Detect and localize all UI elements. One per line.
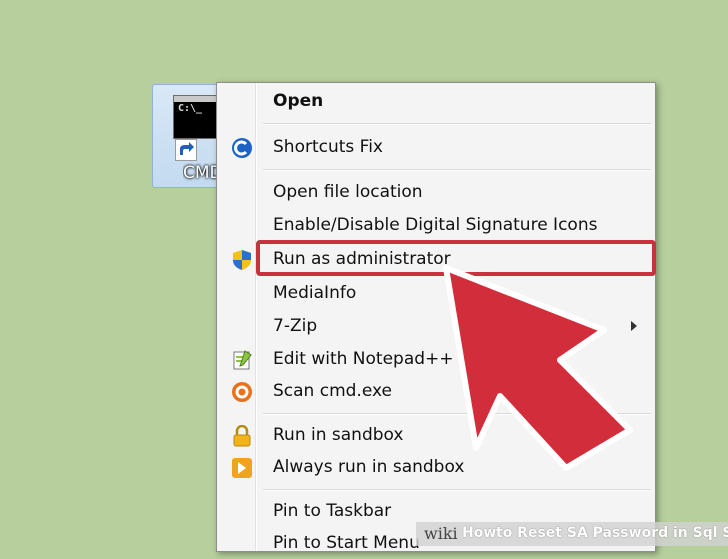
watermark-title: to Reset SA Password in Sql Server [496,525,728,541]
watermark-how: How [462,525,497,541]
wikihow-watermark: wiki How to Reset SA Password in Sql Ser… [416,522,728,546]
pointer-arrow-icon [443,265,633,471]
watermark-brand: wiki [424,524,458,543]
